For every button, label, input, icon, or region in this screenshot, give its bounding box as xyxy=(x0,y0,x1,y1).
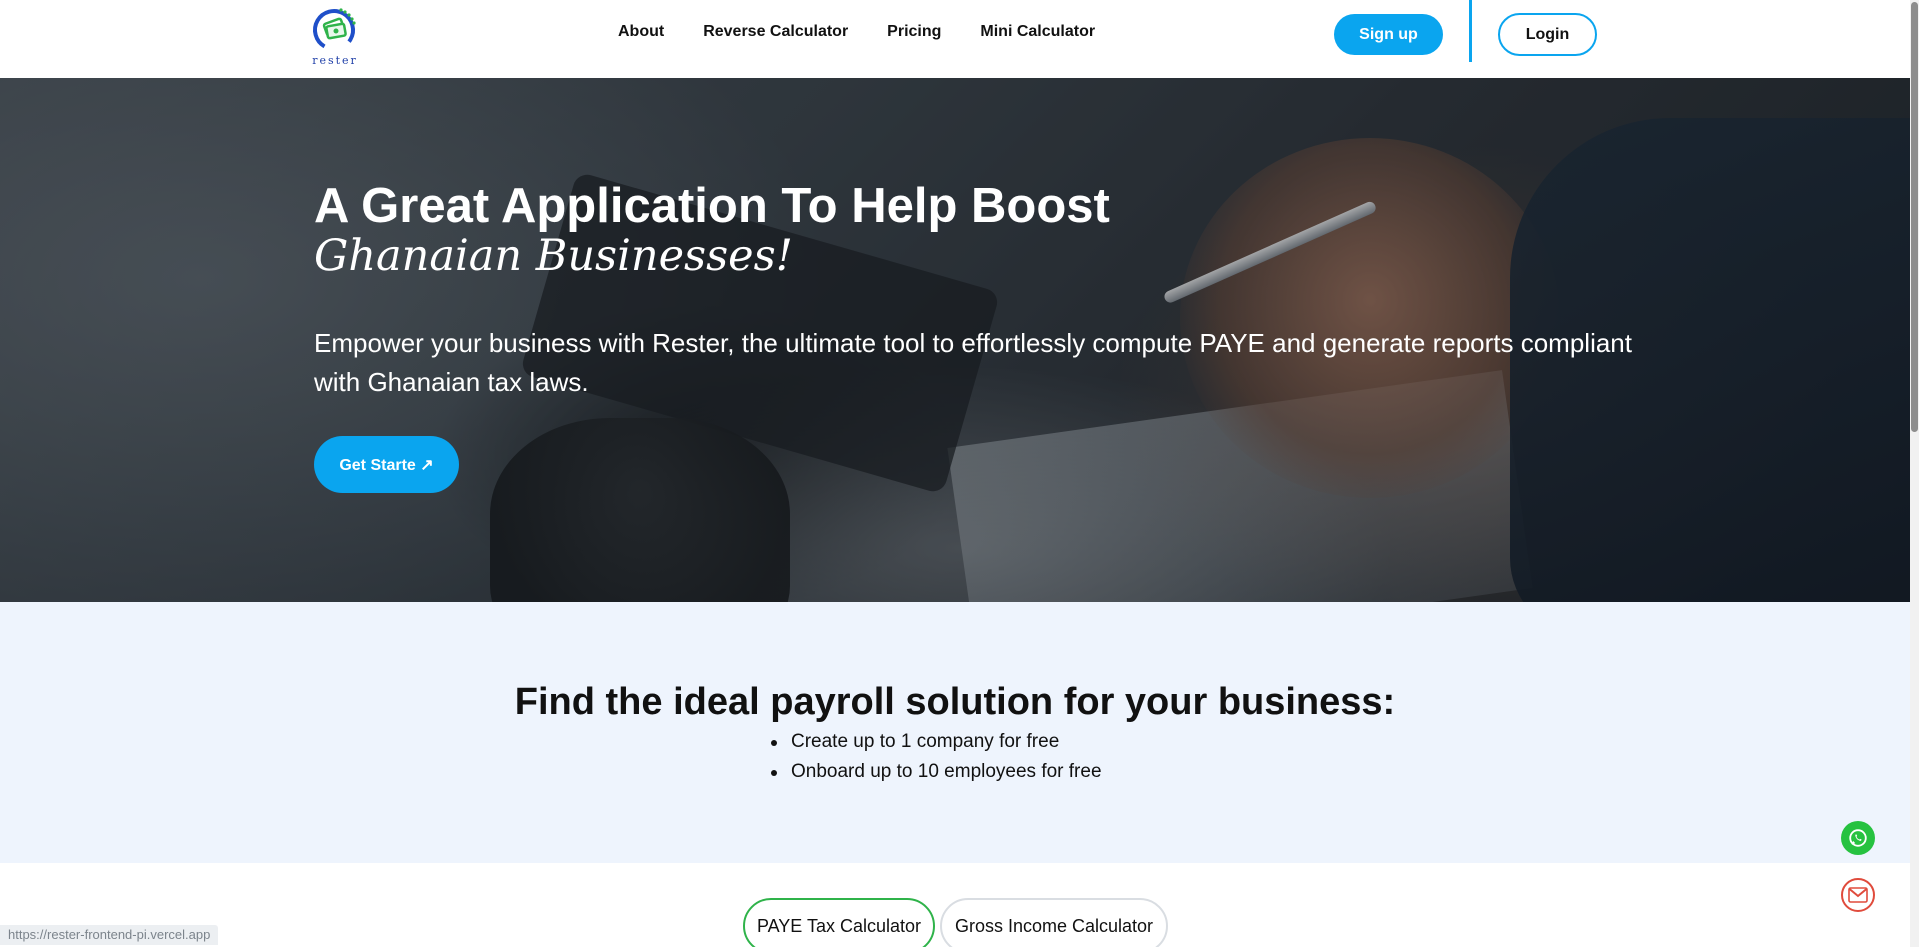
whatsapp-icon xyxy=(1849,829,1867,847)
logo-wordmark: rester xyxy=(312,54,358,67)
page-scrollbar[interactable] xyxy=(1910,0,1919,947)
calculator-section: PAYE Tax Calculator Gross Income Calcula… xyxy=(0,863,1910,947)
login-button[interactable]: Login xyxy=(1498,13,1597,56)
signup-button[interactable]: Sign up xyxy=(1334,14,1443,55)
list-item: Onboard up to 10 employees for free xyxy=(771,757,1102,787)
hero-title-script: Ghanaian Businesses! xyxy=(314,231,793,281)
list-item: Create up to 1 company for free xyxy=(771,727,1102,757)
tab-gross-income-calculator[interactable]: Gross Income Calculator xyxy=(940,898,1168,947)
gmail-button[interactable] xyxy=(1841,878,1875,912)
whatsapp-button[interactable] xyxy=(1841,821,1875,855)
nav-item-about[interactable]: About xyxy=(618,23,664,41)
tab-paye-tax-calculator[interactable]: PAYE Tax Calculator xyxy=(743,898,935,947)
rester-logo[interactable]: rester xyxy=(310,4,360,68)
header-divider xyxy=(1469,0,1472,62)
hero-title: A Great Application To Help Boost xyxy=(314,179,1110,233)
main-nav: About Reverse Calculator Pricing Mini Ca… xyxy=(618,23,1134,41)
solutions-title: Find the ideal payroll solution for your… xyxy=(514,681,1396,723)
payroll-solutions-section: Find the ideal payroll solution for your… xyxy=(0,602,1910,863)
status-bar-url: https://rester-frontend-pi.vercel.app xyxy=(0,925,219,945)
solutions-list: Create up to 1 company for free Onboard … xyxy=(771,727,1102,787)
nav-item-mini-calculator[interactable]: Mini Calculator xyxy=(980,23,1095,41)
nav-item-reverse-calculator[interactable]: Reverse Calculator xyxy=(703,23,848,41)
hero-section: A Great Application To Help Boost Ghanai… xyxy=(0,78,1910,602)
logo-icon xyxy=(313,8,356,51)
nav-item-pricing[interactable]: Pricing xyxy=(887,23,941,41)
get-started-button[interactable]: Get Starte ↗ xyxy=(314,436,459,493)
scrollbar-thumb[interactable] xyxy=(1911,2,1918,432)
site-header: rester About Reverse Calculator Pricing … xyxy=(0,0,1919,78)
gmail-icon xyxy=(1848,887,1868,903)
hero-description: Empower your business with Rester, the u… xyxy=(314,328,1632,397)
